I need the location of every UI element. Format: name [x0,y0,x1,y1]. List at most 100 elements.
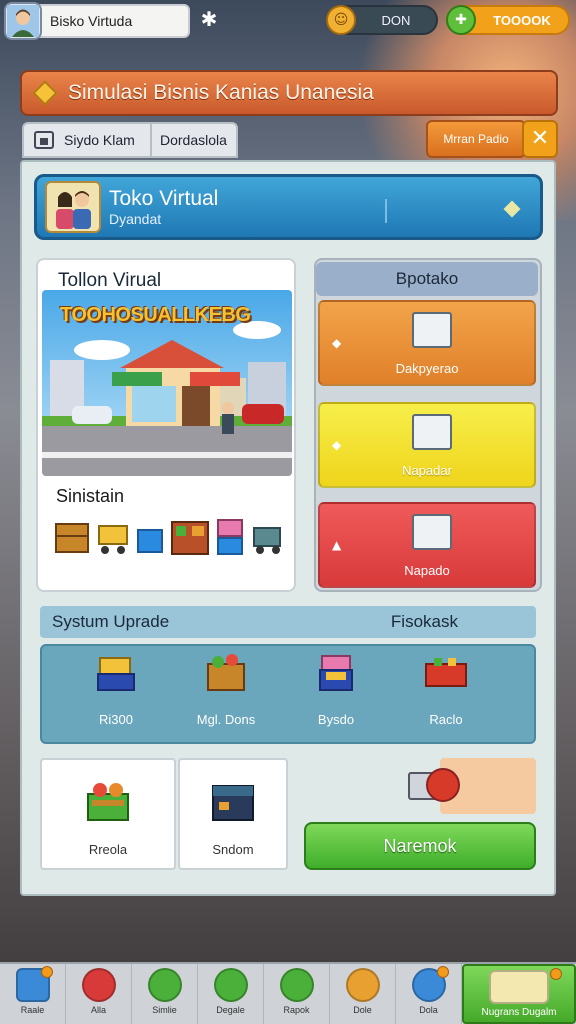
upgrade-label: Ri300 [99,712,133,727]
clipboard-icon [412,514,452,550]
right-panel-header: Bpotako [316,262,538,296]
settings-gear-icon[interactable]: ✱ [198,8,220,30]
item-label: Sndom [212,842,254,857]
tab-dordaslola[interactable]: Dordaslola [150,122,238,158]
nav-item-raale[interactable]: Raale [0,964,66,1024]
coin-value: DON [381,12,411,28]
notification-badge [437,966,449,978]
tab-label: Dordaslola [160,132,227,148]
crate-icon [55,523,89,553]
tab-label: Siydo Klam [64,132,135,148]
nav-item-alla[interactable]: Alla [66,964,132,1024]
upgrade-title: Systum Uprade [52,612,170,631]
cash-icon: ✚ [446,5,476,35]
upgrade-item-mgl-dons[interactable]: Mgl. Dons [178,650,274,742]
upgrade-label: Bysdo [317,712,355,727]
nav-item-dola[interactable]: Dola [396,964,462,1024]
item-label: Rreola [88,842,128,857]
storage-box-icon [212,785,254,821]
store-scene-image: TOOHOSUALLKEBG [42,290,292,476]
option-label: Napadar [402,463,452,478]
produce-crate-icon [207,654,245,691]
box-icon [345,968,380,1002]
cart-icon [98,525,129,554]
shop-icon [34,131,54,149]
basket-icon [137,529,164,553]
upgrade-item-bysdo[interactable]: Bysdo [288,650,384,742]
nav-label: Rapok [283,1005,310,1015]
eraser-icon [213,968,248,1002]
coin-icon: ☺ [326,5,356,35]
store-card[interactable]: Tollon Virual TOOHOSUALLKEBG Sinistain [36,258,296,592]
store-sub-label: Sinistain [56,486,125,506]
nav-label: Dole [353,1005,372,1015]
item-card-rreola[interactable]: Rreola [40,758,176,870]
fruit-crate-icon [87,783,129,821]
upgrade-header: Systum Uprade Fisokask [40,606,536,638]
stacked-crate-icon [216,519,243,555]
nav-label: Alla [90,1005,106,1015]
machine-area [292,758,536,814]
upgrade-label: Raclo [429,712,463,727]
shop-title: Toko Virtual [109,187,219,210]
option-label: Napado [404,563,450,578]
upgrade-label: Mgl. Dons [196,712,256,727]
orange-action-button[interactable]: Mrran Padio [426,120,526,158]
nav-label: Simlie [152,1005,177,1015]
tab-siydo-klam[interactable]: Siydo Klam [22,122,152,158]
option-card-napadar[interactable]: ◆ Napadar [318,402,536,488]
arrow-icon: ◆ [332,336,342,350]
confirm-button[interactable]: Naremok [304,822,536,870]
upgrade-item-raclo[interactable]: Raclo [398,650,494,742]
arrow-icon: ▲ [332,538,342,552]
monitor-icon [412,312,452,348]
nav-item-rapok[interactable]: Rapok [264,964,330,1024]
nav-label: Nugrans Dugalm [481,1007,557,1018]
profile-panel[interactable]: Bisko Virtuda [4,2,190,40]
diamond-icon [32,80,58,106]
page-title: Simulasi Bisnis Kanias Unanesia [68,81,374,104]
player-avatar-icon [7,5,39,37]
trade-icon [489,970,549,1004]
shop-owners-icon [45,181,101,233]
box-crate-icon [97,657,135,691]
shop-subtitle: Dyandat [109,211,162,227]
nav-label: Raale [20,1005,45,1015]
option-label: Dakpyerao [395,361,459,376]
avatar[interactable] [4,2,42,40]
nav-item-trade[interactable]: Nugrans Dugalm [462,964,576,1024]
upgrade-right-title: Fisokask [390,612,458,631]
tools-icon [147,968,182,1002]
cash-value: TOOOOK [493,12,551,28]
notification-badge [550,968,562,980]
document-icon [412,414,452,450]
heart-icon [81,968,116,1002]
dial-icon[interactable] [426,768,460,802]
nav-item-dole[interactable]: Dole [330,964,396,1024]
arrow-icon: ◆ [332,438,342,452]
top-bar: Bisko Virtuda ✱ ☺ DON ✚ TOOOOK [0,0,576,42]
cash-counter[interactable]: ✚ TOOOOK [446,5,570,35]
option-card-napado[interactable]: ▲ Napado [318,502,536,588]
diamond-icon [503,200,521,218]
red-basket-icon [425,658,467,687]
option-card-dakpyerao[interactable]: ◆ Dakpyerao [318,300,536,386]
nav-item-degale[interactable]: Degale [198,964,264,1024]
nav-item-simlie[interactable]: Simlie [132,964,198,1024]
bottom-nav: Raale Alla Simlie Degale Rapok Dole Dola… [0,962,576,1024]
title-banner: Simulasi Bisnis Kanias Unanesia [20,70,558,116]
upgrade-panel: Ri300 Mgl. Dons Bysdo Raclo [40,644,536,744]
item-card-sndom[interactable]: Sndom [178,758,288,870]
divider [385,199,387,223]
store-items-row [54,516,284,562]
profile-name: Bisko Virtuda [50,13,133,29]
refresh-icon [279,968,314,1002]
upgrade-item-ri300[interactable]: Ri300 [68,650,164,742]
shelf-icon [170,521,209,555]
shop-header[interactable]: Toko Virtual Dyandat [34,174,543,240]
coin-counter[interactable]: ☺ DON [326,5,438,35]
close-button[interactable]: ✕ [522,120,558,158]
nav-label: Dola [419,1005,438,1015]
scene-banner: TOOHOSUALLKEBG [60,304,251,326]
trolley-icon [252,527,281,554]
